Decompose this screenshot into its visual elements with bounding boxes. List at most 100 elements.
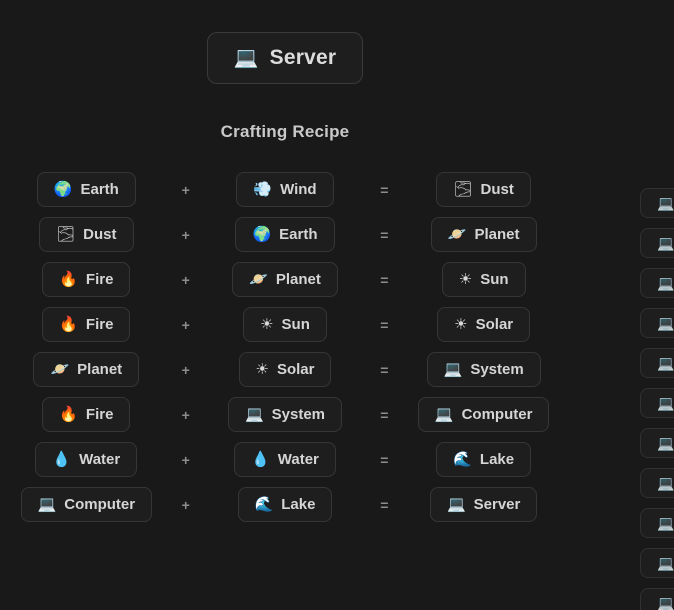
item-chip-label: Water — [277, 451, 319, 468]
side-item-column: 💻💻💻💻💻💻💻💻💻💻💻💻 — [640, 188, 674, 610]
item-chip-label: Dust — [480, 181, 514, 198]
item-chip-side-9[interactable]: 💻 — [640, 548, 674, 578]
item-chip-label: Fire — [85, 406, 114, 423]
crafting-recipe-section: Crafting Recipe 🌍 Earth + 💨 Wind = 🌫 Dust 🌫 Dust +… — [0, 122, 570, 527]
item-chip-label: Solar — [276, 361, 315, 378]
recipe-row: 🌍 Earth + 💨 Wind = 🌫 Dust — [0, 167, 570, 212]
crafting-recipe-title: Crafting Recipe — [220, 122, 350, 141]
item-chip-label: Earth — [80, 181, 119, 198]
header-item-label: Server — [269, 46, 337, 69]
item-chip-result-1[interactable]: 🪐 Planet — [430, 217, 537, 252]
item-chip-side-10[interactable]: 💻 — [640, 588, 674, 610]
plus-operator: + — [181, 496, 190, 513]
item-chip-ingredient-b-0[interactable]: 💨 Wind — [236, 172, 334, 207]
earth-icon: 🌍 — [252, 226, 272, 243]
earth-icon: 🌍 — [53, 181, 73, 198]
item-chip-ingredient-a-5[interactable]: 🔥 Fire — [42, 397, 131, 432]
item-chip-ingredient-b-1[interactable]: 🌍 Earth — [235, 217, 335, 252]
item-chip-label: Planet — [474, 226, 520, 243]
item-chip-ingredient-a-2[interactable]: 🔥 Fire — [42, 262, 131, 297]
item-chip-label: Planet — [77, 361, 123, 378]
laptop-icon: 💻 — [657, 515, 674, 531]
fire-icon: 🔥 — [59, 271, 78, 288]
item-chip-label: Computer — [64, 496, 136, 513]
item-chip-result-3[interactable]: ☀ Solar — [437, 307, 531, 342]
item-chip-side-7[interactable]: 💻 — [640, 468, 674, 498]
plus-operator: + — [181, 181, 190, 198]
item-chip-side-5[interactable]: 💻 — [640, 388, 674, 418]
sun-icon: ☀ — [458, 271, 473, 288]
item-chip-label: Solar — [475, 316, 514, 333]
plus-operator: + — [181, 406, 190, 423]
item-chip-ingredient-a-3[interactable]: 🔥 Fire — [42, 307, 131, 342]
item-chip-side-8[interactable]: 💻 — [640, 508, 674, 538]
laptop-icon: 💻 — [657, 195, 674, 211]
recipe-row: 🔥 Fire + 🪐 Planet = ☀ Sun — [0, 257, 570, 302]
ringed-planet-icon: 🪐 — [249, 271, 268, 288]
laptop-icon: 💻 — [443, 361, 463, 378]
item-chip-ingredient-a-0[interactable]: 🌍 Earth — [36, 172, 136, 207]
laptop-icon: 💻 — [657, 395, 674, 411]
recipe-row-list: 🌍 Earth + 💨 Wind = 🌫 Dust 🌫 Dust + 🌍 Earth = 🪐 Planet 🔥 F… — [0, 167, 570, 527]
item-chip-side-2[interactable]: 💻 — [640, 268, 674, 298]
item-chip-ingredient-b-2[interactable]: 🪐 Planet — [232, 262, 338, 297]
laptop-icon: 💻 — [657, 275, 674, 291]
item-chip-label: Earth — [279, 226, 318, 243]
fire-icon: 🔥 — [59, 316, 78, 333]
laptop-icon: 💻 — [657, 315, 674, 331]
laptop-icon: 💻 — [657, 435, 674, 451]
header-item-card[interactable]: 💻 Server — [206, 32, 364, 84]
item-chip-label: Water — [79, 451, 121, 468]
item-chip-ingredient-a-1[interactable]: 🌫 Dust — [39, 217, 134, 252]
equals-operator: = — [380, 181, 389, 198]
laptop-icon: 💻 — [446, 496, 466, 513]
item-chip-result-5[interactable]: 💻 Computer — [417, 397, 550, 432]
droplet-icon: 💧 — [52, 451, 72, 468]
equals-operator: = — [380, 316, 389, 333]
item-chip-label: Lake — [479, 451, 515, 468]
equals-operator: = — [380, 226, 389, 243]
item-chip-ingredient-b-7[interactable]: 🌊 Lake — [237, 487, 333, 522]
equals-operator: = — [380, 496, 389, 513]
item-chip-label: System — [470, 361, 524, 378]
item-chip-ingredient-a-7[interactable]: 💻 Computer — [20, 487, 153, 522]
item-chip-side-4[interactable]: 💻 — [640, 348, 674, 378]
item-chip-label: Sun — [281, 316, 310, 333]
item-chip-side-3[interactable]: 💻 — [640, 308, 674, 338]
header-area: 💻 Server — [0, 0, 570, 84]
equals-operator: = — [380, 406, 389, 423]
equals-operator: = — [380, 361, 389, 378]
recipe-row: 🔥 Fire + 💻 System = 💻 Computer — [0, 392, 570, 437]
item-chip-ingredient-b-5[interactable]: 💻 System — [227, 397, 343, 432]
item-chip-ingredient-a-4[interactable]: 🪐 Planet — [33, 352, 140, 387]
laptop-icon: 💻 — [37, 496, 57, 513]
plus-operator: + — [181, 226, 190, 243]
item-chip-label: Dust — [83, 226, 117, 243]
wind-icon: 💨 — [253, 181, 273, 198]
item-chip-result-7[interactable]: 💻 Server — [429, 487, 538, 522]
item-chip-side-6[interactable]: 💻 — [640, 428, 674, 458]
item-chip-side-0[interactable]: 💻 — [640, 188, 674, 218]
item-chip-ingredient-b-4[interactable]: ☀ Solar — [238, 352, 332, 387]
sun-icon: ☀ — [454, 316, 468, 333]
item-chip-label: Wind — [280, 181, 317, 198]
fog-icon: 🌫 — [453, 181, 473, 198]
item-chip-result-0[interactable]: 🌫 Dust — [436, 172, 531, 207]
item-chip-label: System — [271, 406, 326, 423]
item-chip-side-1[interactable]: 💻 — [640, 228, 674, 258]
laptop-icon: 💻 — [657, 355, 674, 371]
laptop-icon: 💻 — [657, 595, 674, 610]
sun-icon: ☀ — [255, 361, 269, 378]
item-chip-result-6[interactable]: 🌊 Lake — [436, 442, 532, 477]
item-chip-ingredient-b-6[interactable]: 💧 Water — [234, 442, 336, 477]
item-chip-label: Lake — [281, 496, 316, 513]
item-chip-ingredient-b-3[interactable]: ☀ Sun — [243, 307, 327, 342]
laptop-icon: 💻 — [657, 235, 674, 251]
item-chip-result-2[interactable]: ☀ Sun — [441, 262, 526, 297]
item-chip-label: Fire — [85, 271, 114, 288]
droplet-icon: 💧 — [251, 451, 270, 468]
item-chip-ingredient-a-6[interactable]: 💧 Water — [35, 442, 138, 477]
ringed-planet-icon: 🪐 — [447, 226, 467, 243]
item-chip-result-4[interactable]: 💻 System — [426, 352, 541, 387]
laptop-icon: 💻 — [434, 406, 454, 423]
